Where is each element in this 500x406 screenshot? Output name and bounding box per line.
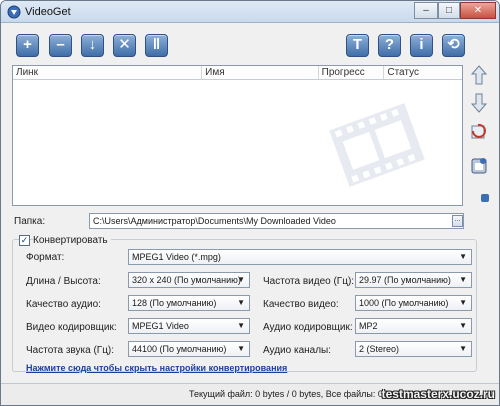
column-progress[interactable]: Прогресс	[319, 66, 385, 79]
fps-value: 29.97 (По умолчанию)	[359, 275, 451, 285]
sample-rate-select[interactable]: 44100 (По умолчанию) ▼	[128, 341, 250, 357]
chevron-down-icon: ▼	[459, 298, 467, 307]
channels-value: 2 (Stereo)	[359, 344, 400, 354]
video-quality-select[interactable]: 1000 (По умолчанию) ▼	[355, 295, 472, 311]
add-icon[interactable]: +	[16, 34, 39, 57]
film-watermark-icon	[329, 103, 425, 187]
size-value: 320 x 240 (По умолчанию)	[132, 275, 241, 285]
fps-select[interactable]: 29.97 (По умолчанию) ▼	[355, 272, 472, 288]
options-icon[interactable]: T	[346, 34, 369, 57]
app-icon	[7, 5, 21, 19]
chevron-down-icon: ▼	[237, 344, 245, 353]
convert-label: Конвертировать	[33, 235, 111, 246]
chevron-down-icon: ▼	[459, 275, 467, 284]
close-button[interactable]: ✕	[460, 2, 496, 19]
size-select[interactable]: 320 x 240 (По умолчанию) ▼	[128, 272, 250, 288]
audio-quality-value: 128 (По умолчанию)	[132, 298, 217, 308]
folder-label: Папка:	[14, 216, 46, 227]
folder-path-field[interactable]: C:\Users\Администратор\Documents\My Down…	[89, 213, 464, 229]
remove-icon[interactable]: –	[49, 34, 72, 57]
channels-select[interactable]: 2 (Stereo) ▼	[355, 341, 472, 357]
video-quality-label: Качество видео:	[263, 299, 339, 310]
format-value: MPEG1 Video (*.mpg)	[132, 252, 221, 262]
audio-codec-select[interactable]: MP2 ▼	[355, 318, 472, 334]
clear-icon[interactable]	[469, 157, 489, 177]
video-codec-select[interactable]: MPEG1 Video ▼	[128, 318, 250, 334]
maximize-button[interactable]: □	[438, 2, 460, 19]
audio-codec-value: MP2	[359, 321, 378, 331]
site-watermark: testmasterx.ucoz.ru	[381, 387, 495, 401]
audio-quality-select[interactable]: 128 (По умолчанию) ▼	[128, 295, 250, 311]
download-icon[interactable]: ↓	[81, 34, 104, 57]
move-down-icon[interactable]	[469, 93, 489, 113]
cancel-icon[interactable]: ✕	[113, 34, 136, 57]
move-up-icon[interactable]	[469, 65, 489, 85]
pause-icon[interactable]: ‖	[145, 34, 168, 57]
chevron-down-icon: ▼	[237, 298, 245, 307]
status-indicator-icon	[481, 194, 489, 202]
audio-codec-label: Аудио кодировщик:	[263, 322, 353, 333]
video-codec-value: MPEG1 Video	[132, 321, 189, 331]
chevron-down-icon: ▼	[237, 321, 245, 330]
download-list[interactable]: Линк Имя Прогресс Статус	[12, 65, 463, 206]
window-title: VideoGet	[25, 6, 71, 18]
hide-convert-settings-link[interactable]: Нажмите сюда чтобы скрыть настройки конв…	[26, 363, 287, 373]
chevron-down-icon: ▼	[459, 344, 467, 353]
column-status[interactable]: Статус	[384, 66, 462, 79]
video-quality-value: 1000 (По умолчанию)	[359, 298, 449, 308]
list-header: Линк Имя Прогресс Статус	[13, 66, 462, 80]
sample-rate-label: Частота звука (Гц):	[26, 345, 115, 356]
column-link[interactable]: Линк	[13, 66, 203, 79]
browse-button[interactable]: ...	[452, 215, 463, 227]
channels-label: Аудио каналы:	[263, 345, 332, 356]
size-label: Длина / Высота:	[26, 276, 101, 287]
refresh-icon[interactable]	[469, 123, 489, 143]
format-label: Формат:	[26, 252, 65, 263]
audio-quality-label: Качество аудио:	[26, 299, 101, 310]
video-codec-label: Видео кодировщик:	[26, 322, 117, 333]
chevron-down-icon: ▼	[459, 252, 467, 261]
help-icon[interactable]: ?	[378, 34, 401, 57]
exit-icon[interactable]: ⟲	[442, 34, 465, 57]
format-select[interactable]: MPEG1 Video (*.mpg) ▼	[128, 249, 472, 265]
app-window: VideoGet – □ ✕ + – ↓ ✕ ‖ T ? i ⟲ Линк Им…	[0, 0, 500, 406]
chevron-down-icon: ▼	[459, 321, 467, 330]
title-bar: VideoGet – □ ✕	[1, 1, 499, 23]
column-name[interactable]: Имя	[202, 66, 319, 79]
info-icon[interactable]: i	[410, 34, 433, 57]
convert-checkbox[interactable]: ✓	[19, 235, 30, 246]
chevron-down-icon: ▼	[237, 275, 245, 284]
sample-rate-value: 44100 (По умолчанию)	[132, 344, 227, 354]
minimize-button[interactable]: –	[414, 2, 438, 19]
status-text: Текущий файл: 0 bytes / 0 bytes, Все фай…	[189, 389, 407, 399]
fps-label: Частота видео (Гц):	[263, 276, 355, 287]
